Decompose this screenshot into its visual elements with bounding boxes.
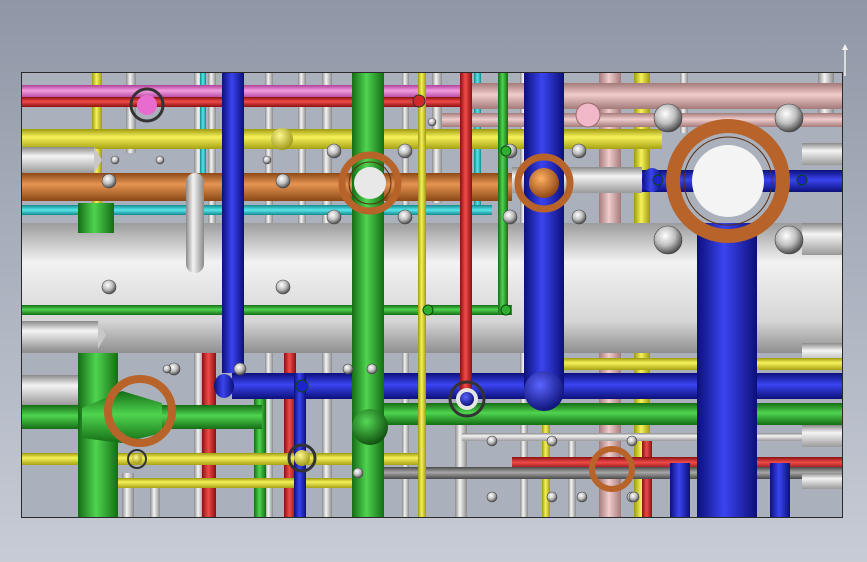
view-orientation-marker — [842, 44, 848, 76]
cad-viewport[interactable]: Y X — [21, 72, 843, 518]
pipe-assembly-model[interactable] — [22, 73, 843, 518]
axis-triad: Y X — [38, 517, 98, 518]
